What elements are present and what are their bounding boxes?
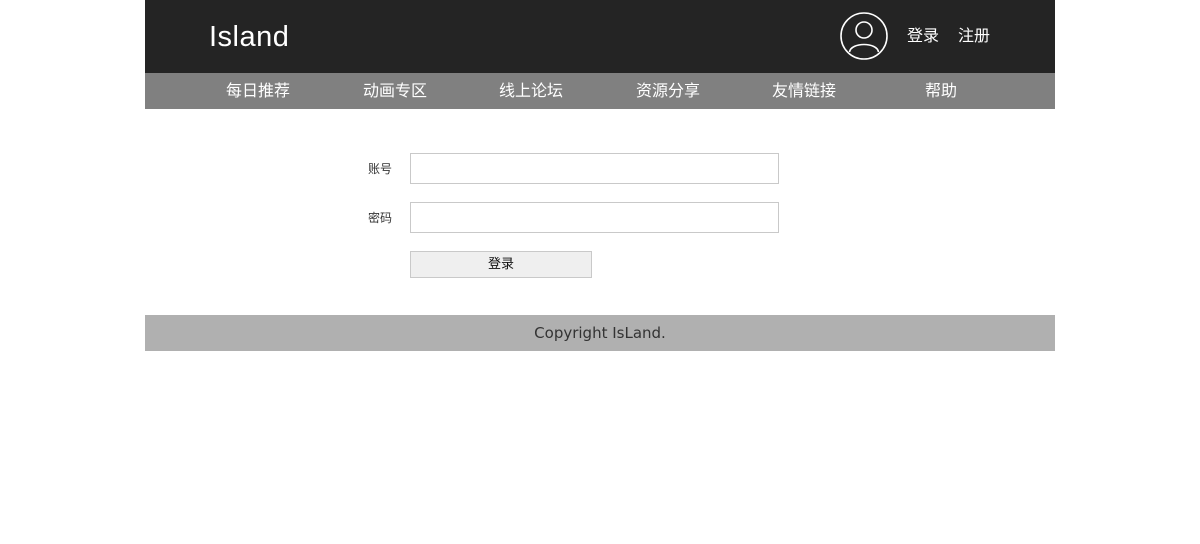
user-avatar-icon[interactable] — [840, 12, 888, 60]
login-link[interactable]: 登录 — [907, 26, 939, 46]
site-container: Island 登录 注册 每日推荐 动画专区 线上论坛 资源分享 友情链接 帮助… — [145, 0, 1055, 351]
password-label: 密码 — [368, 211, 393, 225]
nav-item-help[interactable]: 帮助 — [886, 73, 996, 109]
account-label: 账号 — [368, 162, 393, 176]
password-input[interactable] — [410, 202, 779, 233]
main-nav: 每日推荐 动画专区 线上论坛 资源分享 友情链接 帮助 — [145, 73, 1055, 109]
register-link[interactable]: 注册 — [958, 26, 990, 46]
site-logo[interactable]: Island — [209, 19, 289, 55]
nav-item-resources[interactable]: 资源分享 — [613, 73, 723, 109]
site-footer: Copyright IsLand. — [145, 315, 1055, 351]
account-input[interactable] — [410, 153, 779, 184]
page: Island 登录 注册 每日推荐 动画专区 线上论坛 资源分享 友情链接 帮助… — [0, 0, 1200, 544]
nav-item-daily-recommend[interactable]: 每日推荐 — [203, 73, 313, 109]
site-header: Island 登录 注册 — [145, 0, 1055, 73]
login-form: 账号 密码 登录 — [145, 109, 1055, 315]
login-button[interactable]: 登录 — [410, 251, 592, 278]
nav-item-forum[interactable]: 线上论坛 — [476, 73, 586, 109]
nav-item-links[interactable]: 友情链接 — [749, 73, 859, 109]
copyright-text: Copyright IsLand. — [534, 324, 666, 342]
nav-item-animation[interactable]: 动画专区 — [340, 73, 450, 109]
